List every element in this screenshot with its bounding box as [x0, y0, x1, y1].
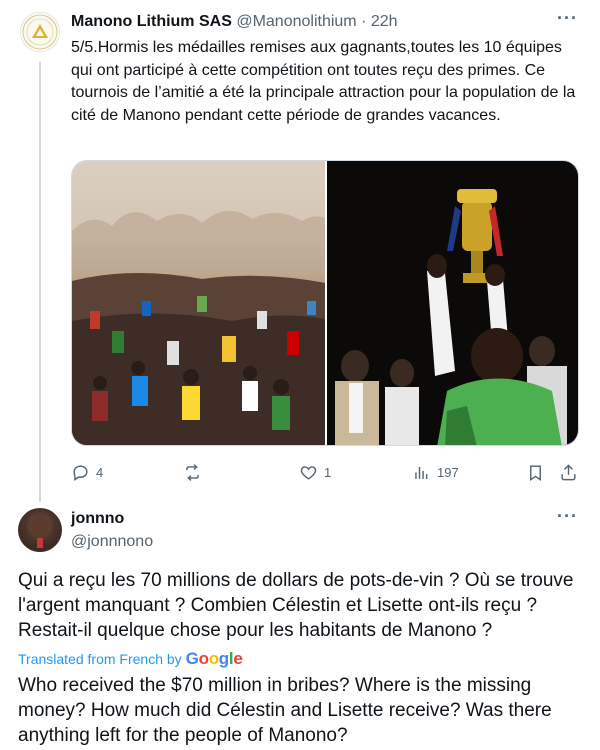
bookmark-icon — [530, 464, 541, 481]
handle[interactable]: @Manonolithium — [236, 13, 356, 30]
more-options-icon[interactable]: ··· — [557, 8, 578, 29]
analytics-icon — [415, 466, 428, 479]
translation-attribution[interactable]: Translated from French by Google — [18, 649, 243, 669]
timestamp[interactable]: 22h — [371, 13, 398, 30]
media-grid — [71, 160, 579, 446]
more-options-icon[interactable]: ··· — [557, 506, 578, 527]
avatar[interactable] — [20, 12, 60, 52]
views-button[interactable]: 197 — [412, 460, 459, 484]
display-name[interactable]: jonnno — [71, 510, 124, 528]
tweet-actions: 4 1 197 — [71, 460, 581, 484]
handle[interactable]: @jonnnono — [71, 533, 153, 551]
reply-button[interactable]: 4 — [71, 460, 103, 484]
heart-icon — [300, 465, 317, 480]
bookmark-button[interactable] — [526, 460, 545, 484]
translated-text: Who received the $70 million in bribes? … — [18, 675, 552, 746]
crowd-photo[interactable] — [72, 161, 325, 445]
views-count: 197 — [437, 464, 459, 480]
reply-count: 4 — [96, 464, 104, 480]
google-logo: Google — [185, 649, 243, 668]
translated-label: Translated from French by — [18, 651, 182, 667]
trophy-photo[interactable] — [327, 161, 578, 445]
share-icon — [561, 463, 576, 480]
tweet-text: 5/5.Hormis les médailles remises aux gag… — [71, 39, 576, 124]
avatar[interactable] — [18, 508, 62, 552]
like-count: 1 — [324, 464, 332, 480]
repost-button[interactable] — [183, 460, 208, 484]
tweet-header: Manono Lithium SAS @Manonolithium · 22h — [71, 13, 580, 35]
like-button[interactable]: 1 — [299, 460, 331, 484]
share-button[interactable] — [559, 460, 578, 484]
reply-icon — [73, 464, 88, 481]
tweet-text: Qui a reçu les 70 millions de dollars de… — [18, 570, 574, 641]
thread-connector-line — [39, 62, 41, 502]
repost-icon — [186, 463, 199, 481]
separator: · — [361, 13, 367, 30]
display-name[interactable]: Manono Lithium SAS — [71, 13, 232, 30]
